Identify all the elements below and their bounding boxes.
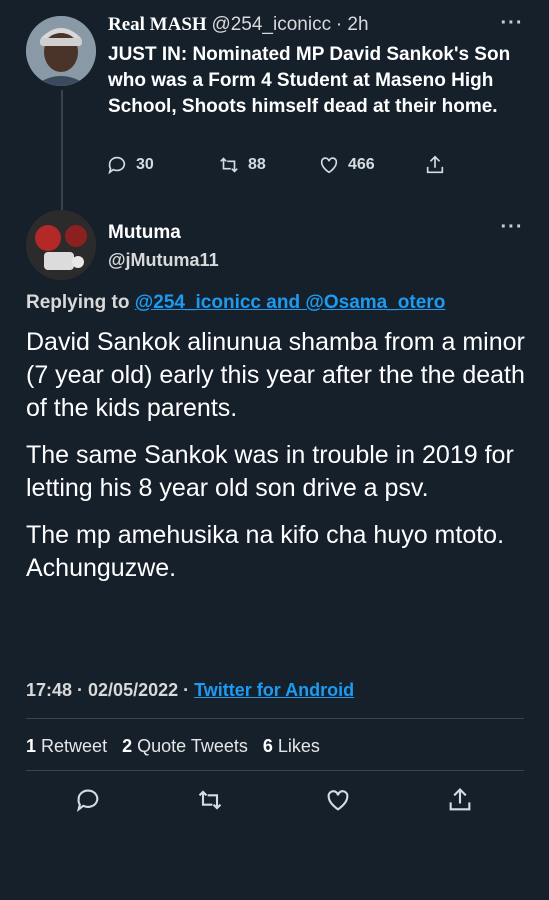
replying-to-link[interactable]: @254_iconicc and @Osama_otero — [135, 292, 446, 313]
replying-prefix: Replying to — [26, 292, 135, 313]
retweets-stat[interactable]: 1 Retweet — [26, 736, 107, 756]
like-icon[interactable] — [324, 786, 352, 814]
like-icon — [320, 157, 338, 174]
tweet-meta: 17:48 · 02/05/2022 · Twitter for Android — [26, 680, 354, 701]
tweet-paragraph: The same Sankok was in trouble in 2019 f… — [26, 441, 514, 502]
author-name[interactable]: Real MASH — [108, 14, 207, 35]
retweet-icon — [220, 157, 238, 173]
tweet-paragraph: The mp amehusika na kifo cha huyo mtoto.… — [26, 521, 505, 582]
tweet-time[interactable]: · 2h — [336, 14, 369, 35]
retweet-icon[interactable] — [196, 786, 224, 814]
share-icon[interactable] — [446, 786, 474, 814]
detail-actions — [60, 786, 500, 818]
tweet-text: JUST IN: Nominated MP David Sankok's Son… — [108, 44, 511, 117]
like-count: 466 — [348, 156, 375, 173]
share-button[interactable] — [424, 154, 446, 176]
tweet-actions: 30 88 466 — [106, 154, 466, 180]
reply-icon — [108, 156, 126, 175]
reply-button[interactable]: 30 — [106, 154, 154, 176]
avatar-mutuma[interactable] — [26, 210, 96, 280]
author-line: Real MASH @254_iconicc · 2h — [108, 14, 369, 36]
thread-connector — [61, 90, 63, 210]
avatar-real-mash[interactable] — [26, 16, 96, 86]
tweet-paragraph: David Sankok alinunua shamba from a mino… — [26, 328, 525, 422]
client-link[interactable]: Twitter for Android — [194, 680, 354, 700]
divider — [26, 770, 524, 771]
retweet-button[interactable]: 88 — [218, 154, 266, 176]
divider — [26, 718, 524, 719]
replying-to: Replying to @254_iconicc and @Osama_oter… — [26, 292, 445, 314]
share-icon — [426, 155, 444, 174]
author-handle[interactable]: @254_iconicc — [211, 14, 331, 35]
more-icon[interactable]: ··· — [500, 217, 524, 240]
tweet-timestamp[interactable]: 17:48 · 02/05/2022 · — [26, 680, 194, 700]
author-name[interactable]: Mutuma — [108, 222, 181, 244]
retweet-count: 88 — [248, 156, 266, 173]
author-handle[interactable]: @jMutuma11 — [108, 250, 219, 271]
likes-stat[interactable]: 6 Likes — [263, 736, 320, 756]
more-icon[interactable]: ··· — [500, 13, 524, 36]
tweet-stats: 1 Retweet 2 Quote Tweets 6 Likes — [26, 736, 320, 757]
like-button[interactable]: 466 — [318, 154, 375, 176]
reply-icon[interactable] — [74, 786, 102, 814]
tweet-body: David Sankok alinunua shamba from a mino… — [26, 326, 526, 599]
reply-count: 30 — [136, 156, 154, 173]
quotes-stat[interactable]: 2 Quote Tweets — [122, 736, 248, 756]
